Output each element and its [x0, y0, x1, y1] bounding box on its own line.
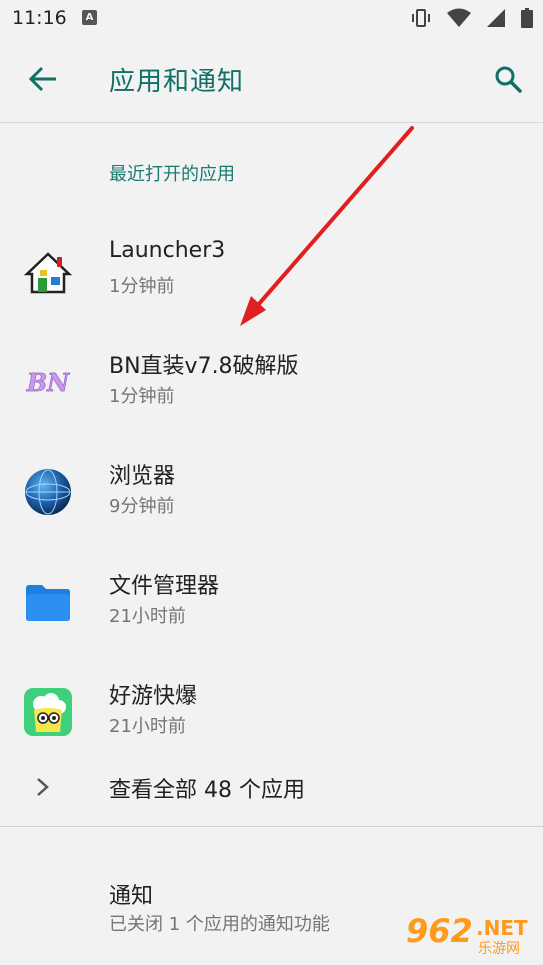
- folder-icon: [26, 585, 70, 621]
- wifi-icon: [446, 8, 471, 27]
- recent-apps-header: 最近打开的应用: [109, 164, 235, 185]
- app-name: Launcher3: [109, 238, 226, 263]
- bn-logo-icon: BN: [24, 360, 72, 404]
- see-all-label: 查看全部 48 个应用: [109, 778, 305, 803]
- list-item-browser[interactable]: 浏览器 9分钟前: [0, 446, 543, 556]
- back-arrow-icon[interactable]: [28, 66, 58, 92]
- page-title: 应用和通知: [109, 67, 245, 97]
- svg-text:BN: BN: [26, 368, 70, 397]
- status-bar: 11:16 A: [0, 0, 543, 36]
- search-icon[interactable]: [493, 64, 523, 94]
- app-bar: 应用和通知: [0, 36, 543, 123]
- watermark-number: 962: [406, 912, 473, 950]
- battery-icon: [521, 8, 533, 28]
- status-time: 11:16: [12, 7, 67, 29]
- app-last-used: 21小时前: [109, 606, 186, 627]
- app-name: 浏览器: [109, 464, 176, 489]
- notification-icon: A: [82, 10, 97, 25]
- globe-icon: [25, 469, 71, 515]
- app-name: 文件管理器: [109, 574, 220, 599]
- house-icon: [24, 252, 72, 294]
- vibrate-icon: [411, 9, 430, 27]
- watermark-suffix: .NET: [476, 916, 528, 940]
- cell-signal-icon: [486, 9, 505, 27]
- divider: [0, 826, 543, 827]
- notifications-summary: 已关闭 1 个应用的通知功能: [109, 914, 330, 935]
- list-item-file-manager[interactable]: 文件管理器 21小时前: [0, 556, 543, 666]
- chevron-right-icon: [37, 778, 49, 796]
- list-item-bn[interactable]: BN BN直装v7.8破解版 1分钟前: [0, 336, 543, 446]
- see-all-apps-button[interactable]: 查看全部 48 个应用: [0, 750, 543, 826]
- watermark-logo: 962 .NET 乐游网: [404, 912, 536, 960]
- app-last-used: 1分钟前: [109, 276, 175, 297]
- haoyou-icon: [24, 688, 72, 736]
- app-last-used: 21小时前: [109, 716, 186, 737]
- notifications-title: 通知: [109, 884, 154, 909]
- status-icons: [400, 8, 533, 28]
- app-name: 好游快爆: [109, 684, 198, 709]
- list-item-launcher3[interactable]: Launcher3 1分钟前: [0, 226, 543, 336]
- app-name: BN直装v7.8破解版: [109, 354, 299, 379]
- app-last-used: 9分钟前: [109, 496, 175, 517]
- app-last-used: 1分钟前: [109, 386, 175, 407]
- watermark-subtitle: 乐游网: [478, 941, 520, 957]
